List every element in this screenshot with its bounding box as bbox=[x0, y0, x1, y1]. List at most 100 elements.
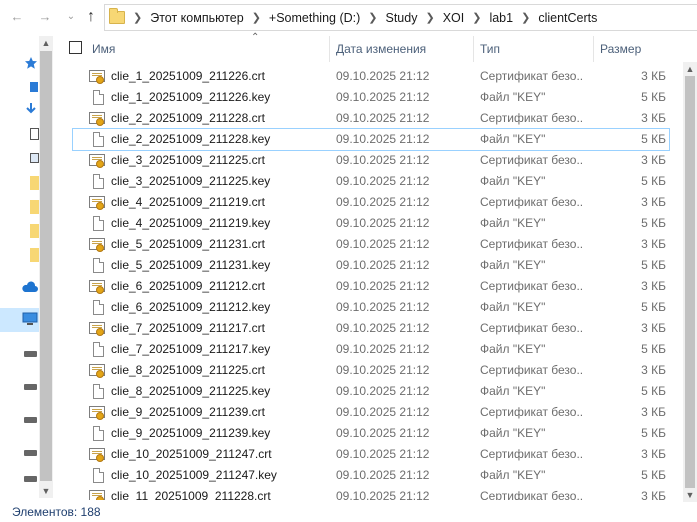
file-row[interactable]: clie_1_20251009_211226.key 09.10.2025 21:… bbox=[73, 87, 669, 108]
breadcrumb-separator-icon[interactable]: ❯ bbox=[521, 11, 530, 24]
drive-icon[interactable] bbox=[24, 450, 37, 456]
file-list-scrollbar-thumb[interactable] bbox=[685, 76, 695, 488]
file-icon bbox=[93, 300, 104, 315]
breadcrumb-separator-icon[interactable]: ❯ bbox=[425, 11, 434, 24]
file-date: 09.10.2025 21:12 bbox=[336, 426, 430, 440]
file-date: 09.10.2025 21:12 bbox=[336, 132, 430, 146]
breadcrumb-separator-icon[interactable]: ❯ bbox=[368, 11, 377, 24]
file-row[interactable]: clie_1_20251009_211226.crt 09.10.2025 21:… bbox=[73, 66, 669, 87]
breadcrumb-separator-icon[interactable]: ❯ bbox=[472, 11, 481, 24]
breadcrumb-separator-icon[interactable]: ❯ bbox=[133, 11, 142, 24]
scroll-down-icon[interactable]: ▼ bbox=[683, 488, 697, 502]
file-size: 3 КБ bbox=[641, 363, 666, 377]
scroll-up-icon[interactable]: ▲ bbox=[39, 36, 53, 50]
file-date: 09.10.2025 21:12 bbox=[336, 279, 430, 293]
file-type: Сертификат безо... bbox=[480, 447, 584, 461]
pictures-icon[interactable] bbox=[30, 153, 39, 163]
breadcrumb-xoi[interactable]: XOI bbox=[443, 11, 465, 25]
file-size: 5 КБ bbox=[641, 258, 666, 272]
file-date: 09.10.2025 21:12 bbox=[336, 300, 430, 314]
file-row[interactable]: clie_5_20251009_211231.key 09.10.2025 21:… bbox=[73, 255, 669, 276]
file-size: 3 КБ bbox=[641, 69, 666, 83]
items-count: Элементов: 188 bbox=[12, 505, 101, 519]
drive-icon[interactable] bbox=[24, 476, 37, 482]
this-pc-icon[interactable] bbox=[22, 312, 38, 326]
column-header-size[interactable]: Размер bbox=[594, 36, 670, 62]
column-header-name[interactable]: Имя bbox=[86, 36, 330, 62]
certificate-icon bbox=[89, 448, 105, 462]
file-date: 09.10.2025 21:12 bbox=[336, 216, 430, 230]
scroll-up-icon[interactable]: ▲ bbox=[683, 62, 697, 76]
desktop-icon[interactable] bbox=[30, 82, 38, 92]
file-size: 5 КБ bbox=[641, 132, 666, 146]
breadcrumb-drive[interactable]: +Something (D:) bbox=[269, 11, 360, 25]
file-row[interactable]: clie_3_20251009_211225.crt 09.10.2025 21:… bbox=[73, 150, 669, 171]
file-row[interactable]: clie_5_20251009_211231.crt 09.10.2025 21:… bbox=[73, 234, 669, 255]
file-size: 5 КБ bbox=[641, 426, 666, 440]
folder-icon[interactable] bbox=[30, 200, 39, 214]
star-icon[interactable] bbox=[24, 56, 38, 70]
file-type: Сертификат безо... bbox=[480, 489, 584, 500]
file-list: clie_1_20251009_211226.crt 09.10.2025 21:… bbox=[56, 66, 697, 500]
file-name: clie_3_20251009_211225.crt bbox=[111, 153, 265, 167]
file-date: 09.10.2025 21:12 bbox=[336, 153, 430, 167]
file-row[interactable]: clie_4_20251009_211219.key 09.10.2025 21:… bbox=[73, 213, 669, 234]
file-row[interactable]: clie_2_20251009_211228.crt 09.10.2025 21:… bbox=[73, 108, 669, 129]
file-row[interactable]: clie_8_20251009_211225.key 09.10.2025 21:… bbox=[73, 381, 669, 402]
scroll-down-icon[interactable]: ▼ bbox=[39, 484, 53, 498]
file-icon bbox=[93, 384, 104, 399]
onedrive-icon[interactable] bbox=[22, 280, 38, 294]
file-type: Файл "KEY" bbox=[480, 426, 546, 440]
breadcrumb-this-pc[interactable]: Этот компьютер bbox=[150, 11, 243, 25]
file-size: 3 КБ bbox=[641, 237, 666, 251]
file-row[interactable]: clie_9_20251009_211239.crt 09.10.2025 21:… bbox=[73, 402, 669, 423]
folder-icon[interactable] bbox=[30, 176, 39, 190]
folder-icon[interactable] bbox=[30, 224, 39, 238]
file-row[interactable]: clie_2_20251009_211228.key 09.10.2025 21:… bbox=[72, 128, 670, 151]
arrow-right-icon[interactable]: → bbox=[36, 8, 54, 26]
breadcrumb-study[interactable]: Study bbox=[386, 11, 418, 25]
file-row[interactable]: clie_7_20251009_211217.crt 09.10.2025 21:… bbox=[73, 318, 669, 339]
file-row[interactable]: clie_11_20251009_211228.crt 09.10.2025 21… bbox=[73, 486, 669, 500]
file-row[interactable]: clie_6_20251009_211212.key 09.10.2025 21:… bbox=[73, 297, 669, 318]
nav-scrollbar-thumb[interactable] bbox=[40, 51, 52, 481]
file-name: clie_2_20251009_211228.crt bbox=[111, 111, 265, 125]
file-row[interactable]: clie_8_20251009_211225.crt 09.10.2025 21:… bbox=[73, 360, 669, 381]
breadcrumb-lab1[interactable]: lab1 bbox=[489, 11, 513, 25]
file-size: 5 КБ bbox=[641, 300, 666, 314]
download-icon[interactable] bbox=[24, 102, 38, 116]
nav-scrollbar[interactable]: ▲ ▼ bbox=[39, 36, 53, 498]
certificate-icon bbox=[89, 322, 105, 336]
certificate-icon bbox=[89, 238, 105, 252]
file-row[interactable]: clie_10_20251009_211247.key 09.10.2025 21… bbox=[73, 465, 669, 486]
file-name: clie_8_20251009_211225.crt bbox=[111, 363, 265, 377]
file-name: clie_10_20251009_211247.key bbox=[111, 468, 277, 482]
file-row[interactable]: clie_7_20251009_211217.key 09.10.2025 21:… bbox=[73, 339, 669, 360]
chevron-down-icon[interactable]: ⌄ bbox=[62, 8, 80, 26]
file-icon bbox=[93, 174, 104, 189]
breadcrumb-separator-icon[interactable]: ❯ bbox=[252, 11, 261, 24]
file-row[interactable]: clie_4_20251009_211219.crt 09.10.2025 21:… bbox=[73, 192, 669, 213]
drive-icon[interactable] bbox=[24, 351, 37, 357]
file-list-scrollbar[interactable]: ▲ ▼ bbox=[683, 62, 697, 502]
column-header-type[interactable]: Тип bbox=[474, 36, 594, 62]
file-icon bbox=[93, 216, 104, 231]
drive-icon[interactable] bbox=[24, 417, 37, 423]
file-name: clie_5_20251009_211231.key bbox=[111, 258, 271, 272]
file-size: 3 КБ bbox=[641, 447, 666, 461]
file-row[interactable]: clie_6_20251009_211212.crt 09.10.2025 21:… bbox=[73, 276, 669, 297]
column-header-date[interactable]: Дата изменения bbox=[330, 36, 474, 62]
navigation-pane: ▲ ▼ bbox=[0, 36, 56, 498]
address-bar[interactable]: ❯ Этот компьютер ❯ +Something (D:) ❯ Stu… bbox=[104, 4, 697, 31]
file-row[interactable]: clie_10_20251009_211247.crt 09.10.2025 21… bbox=[73, 444, 669, 465]
document-icon[interactable] bbox=[30, 128, 39, 140]
status-bar: Элементов: 188 bbox=[0, 502, 697, 522]
folder-icon[interactable] bbox=[30, 248, 39, 262]
certificate-icon bbox=[89, 406, 105, 420]
breadcrumb-clientcerts[interactable]: clientCerts bbox=[538, 11, 597, 25]
drive-icon[interactable] bbox=[24, 384, 37, 390]
arrow-up-icon[interactable]: ↑ bbox=[82, 8, 100, 26]
file-row[interactable]: clie_9_20251009_211239.key 09.10.2025 21:… bbox=[73, 423, 669, 444]
file-row[interactable]: clie_3_20251009_211225.key 09.10.2025 21:… bbox=[73, 171, 669, 192]
arrow-left-icon[interactable]: ← bbox=[8, 8, 26, 26]
